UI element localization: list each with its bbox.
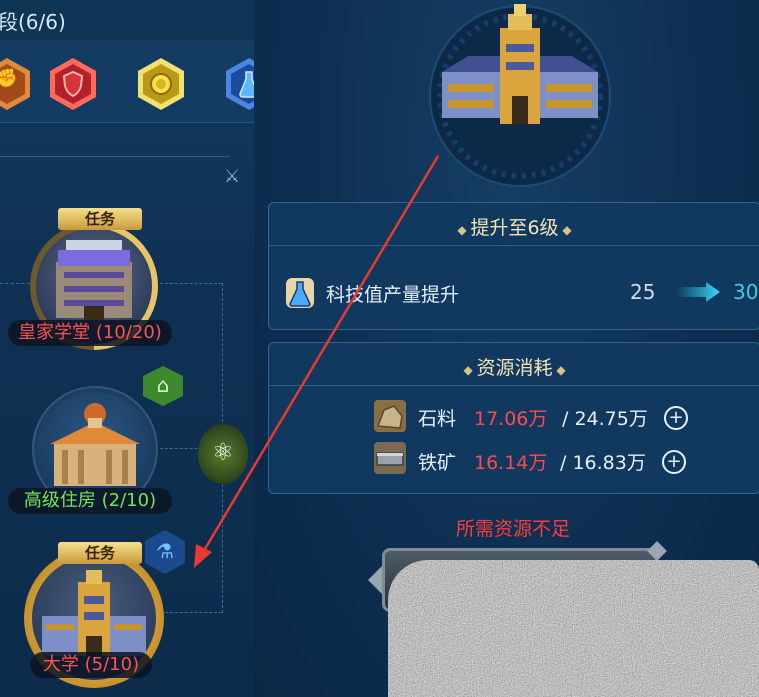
obscured-region [388,560,759,697]
building-label: 大学 (5/10) [30,652,152,678]
insufficient-resources-warning: 所需资源不足 [456,518,571,540]
list-header: 段(6/6) [0,0,254,40]
resource-have: 17.06万 [474,408,548,430]
tree-line [160,612,222,613]
home-icon: ⌂ [143,366,183,406]
upgrade-title: 提升至6级 [470,217,559,239]
flask-icon: ⚗ [145,530,185,574]
arrow-right-icon [676,282,720,302]
quest-tag: 任务 [58,542,142,564]
resource-title: 资源消耗 [476,357,553,379]
resource-need: / 24.75万 [562,408,648,430]
quest-tag: 任务 [58,208,142,230]
category-badge-bar [0,40,254,123]
add-iron-button[interactable]: + [662,450,686,474]
tree-line [0,283,30,284]
add-stone-button[interactable]: + [664,406,688,430]
stat-current-value: 25 [630,280,656,304]
red-pointer-arrow [194,155,440,568]
building-label: 皇家学堂 (10/20) [8,320,172,346]
resource-need: / 16.83万 [560,452,646,474]
stat-next-value: 30 [733,280,759,304]
resource-have: 16.14万 [474,452,548,474]
list-header-title: 段(6/6) [0,10,66,34]
button-left-ornament [368,566,382,594]
building-label: 高级住房 (2/10) [8,488,172,514]
